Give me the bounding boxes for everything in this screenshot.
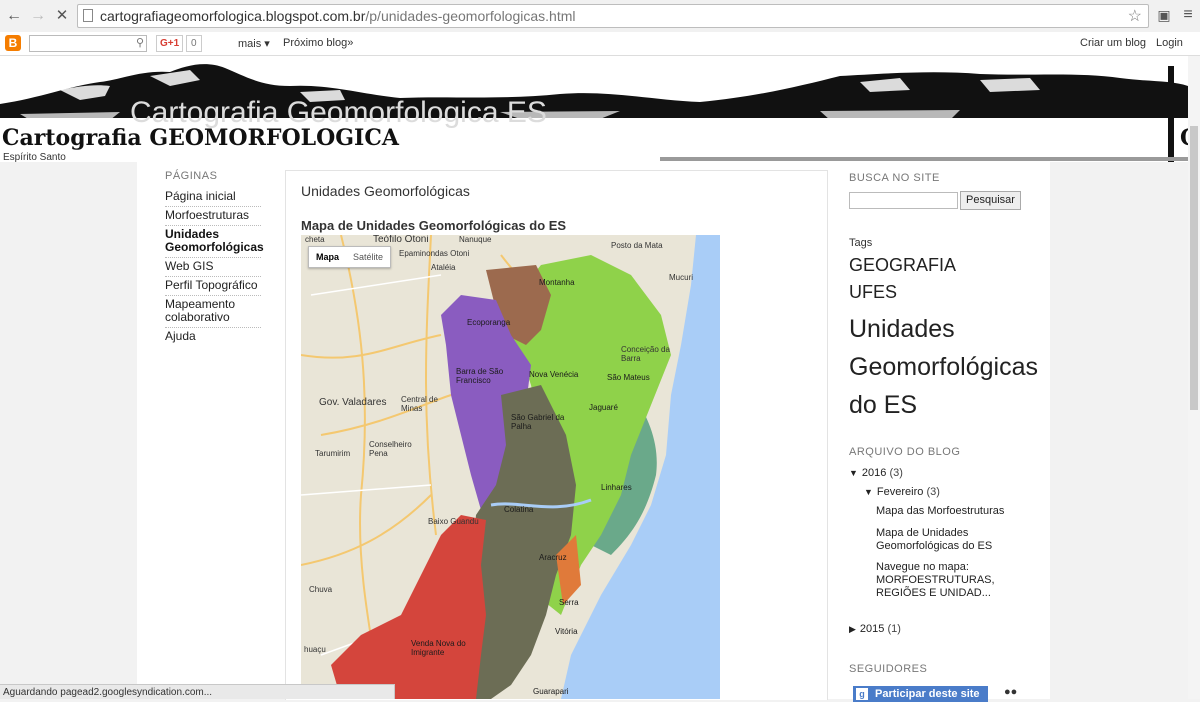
map-label: Gov. Valadares — [319, 397, 387, 408]
tag-geografia[interactable]: GEOGRAFIA — [849, 255, 956, 276]
map-label: Chuva — [309, 585, 333, 594]
map-tab-map[interactable]: Mapa — [309, 247, 346, 267]
search-button[interactable]: Pesquisar — [960, 191, 1021, 210]
map-label: cheta — [305, 235, 325, 244]
map-tab-satellite[interactable]: Satélite — [346, 247, 390, 267]
tag-ufes[interactable]: UFES — [849, 282, 897, 303]
blog-title[interactable]: Cartografia GEOMORFOLOGICA — [2, 125, 399, 151]
map-label: Vitória — [555, 627, 578, 636]
map-label: Serra — [559, 598, 579, 607]
header-divider — [660, 157, 1200, 161]
address-bar[interactable]: cartografiageomorfologica.blogspot.com.b… — [77, 4, 1149, 28]
expand-right-icon[interactable]: ▶ — [849, 624, 856, 634]
embedded-map[interactable]: Mapa Satélite cheta Teófilo Otoni Nanuqu… — [301, 235, 720, 699]
search-icon[interactable]: ⚲ — [136, 36, 144, 49]
page-link-unidades[interactable]: Unidades Geomorfológicas — [165, 226, 264, 258]
blogger-navbar: B ⚲ G+1 0 mais ▾ Próximo blog» Criar um … — [0, 32, 1200, 56]
blog-header: Cartografia Geomorfologica ES Cartografi… — [0, 56, 1200, 162]
map-label: Guarapari — [533, 687, 569, 696]
page-link-morfoestruturas[interactable]: Morfoestruturas — [165, 207, 261, 226]
expand-down-icon[interactable]: ▼ — [864, 487, 873, 497]
page-link-webgis[interactable]: Web GIS — [165, 258, 261, 277]
tag-unidades[interactable]: Unidades Geomorfológicas do ES — [849, 310, 1038, 424]
gplus-count: 0 — [186, 35, 202, 52]
blogger-logo-icon[interactable]: B — [5, 35, 21, 51]
map-label: Epaminondas Otoni — [399, 249, 470, 258]
post-subtitle: Mapa de Unidades Geomorfológicas do ES — [301, 218, 567, 233]
archive-post-link[interactable]: Mapa de Unidades Geomorfológicas do ES — [876, 527, 1021, 553]
map-label: Barra de São Francisco — [456, 367, 504, 385]
map-canvas — [301, 235, 720, 699]
expand-down-icon[interactable]: ▼ — [849, 468, 858, 478]
next-blog-link[interactable]: Próximo blog» — [283, 37, 353, 49]
map-label: Ecoporanga — [467, 318, 511, 327]
page-link-ajuda[interactable]: Ajuda — [165, 328, 261, 346]
stop-icon[interactable]: ✕ — [52, 6, 72, 26]
map-label: huaçu — [304, 645, 326, 654]
map-label: Nova Venécia — [529, 370, 579, 379]
bookmark-star-icon[interactable]: ☆ — [1128, 6, 1142, 26]
post-title: Unidades Geomorfológicas — [301, 183, 470, 199]
more-menu[interactable]: mais ▾ — [238, 37, 270, 50]
followers-icon[interactable]: ●● — [1004, 686, 1017, 698]
google-friend-icon: g — [856, 688, 868, 700]
map-label: Tarumirim — [315, 449, 351, 458]
join-site-button[interactable]: g Participar deste site — [853, 686, 988, 702]
tags-label: Tags — [849, 237, 873, 249]
archive-year-2016[interactable]: ▼ 2016 (3) — [849, 467, 903, 479]
map-label: São Mateus — [607, 373, 650, 382]
status-bar: Aguardando pagead2.googlesyndication.com… — [0, 684, 395, 699]
pages-heading: PÁGINAS — [165, 170, 218, 182]
page-scrollbar[interactable] — [1188, 56, 1200, 699]
menu-icon[interactable]: ≡ — [1180, 7, 1196, 23]
map-label: Linhares — [601, 483, 632, 492]
map-label: Venda Nova do Imigrante — [411, 639, 466, 657]
page-link-perfil[interactable]: Perfil Topográfico — [165, 277, 261, 296]
map-label: Conselheiro Pena — [369, 440, 412, 458]
page-icon — [83, 9, 93, 22]
archive-month-fevereiro[interactable]: ▼ Fevereiro (3) — [864, 486, 940, 498]
map-label: Posto da Mata — [611, 241, 663, 250]
url-text: cartografiageomorfologica.blogspot.com.b… — [100, 8, 576, 24]
browser-toolbar: ← → ✕ cartografiageomorfologica.blogspot… — [0, 0, 1200, 33]
followers-heading: SEGUIDORES — [849, 663, 928, 675]
map-label: Aracruz — [539, 553, 567, 562]
page-link-mapeamento[interactable]: Mapeamento colaborativo — [165, 296, 261, 328]
map-label: Colatina — [504, 505, 534, 514]
archive-heading: ARQUIVO DO BLOG — [849, 446, 961, 458]
extension-icon[interactable]: ▣ — [1156, 7, 1172, 23]
map-label: Ataléia — [431, 263, 456, 272]
map-label: São Gabriel da Palha — [511, 413, 565, 431]
create-blog-link[interactable]: Criar um blog — [1080, 37, 1146, 49]
archive-post-link[interactable]: Mapa das Morfoestruturas — [876, 505, 1036, 518]
map-label: Central de Minas — [401, 395, 438, 413]
navbar-search-input[interactable]: ⚲ — [29, 35, 147, 52]
login-link[interactable]: Login — [1156, 37, 1183, 49]
map-label: Jaguaré — [589, 403, 618, 412]
map-label: Montanha — [539, 278, 575, 287]
back-icon[interactable]: ← — [4, 6, 24, 26]
blog-description: Espírito Santo — [3, 152, 66, 162]
site-search-input[interactable] — [849, 192, 958, 209]
map-label: Mucuri — [669, 273, 694, 282]
map-label: Nanuque — [459, 235, 492, 244]
scroll-thumb[interactable] — [1190, 126, 1198, 410]
archive-year-2015[interactable]: ▶ 2015 (1) — [849, 623, 901, 635]
archive-post-link[interactable]: Navegue no mapa: MORFOESTRUTURAS, REGIÕE… — [876, 561, 1021, 600]
map-label: Conceição da Barra — [621, 345, 670, 363]
gplus-button[interactable]: G+1 — [156, 35, 184, 52]
pages-widget: PÁGINAS Página inicial Morfoestruturas U… — [165, 170, 264, 346]
page-link-home[interactable]: Página inicial — [165, 188, 261, 207]
search-heading: BUSCA NO SITE — [849, 172, 940, 184]
map-type-control: Mapa Satélite — [308, 246, 392, 268]
map-label: Baixo Guandu — [428, 517, 479, 526]
forward-icon[interactable]: → — [28, 6, 48, 26]
map-label: Teófilo Otoni — [373, 235, 429, 245]
